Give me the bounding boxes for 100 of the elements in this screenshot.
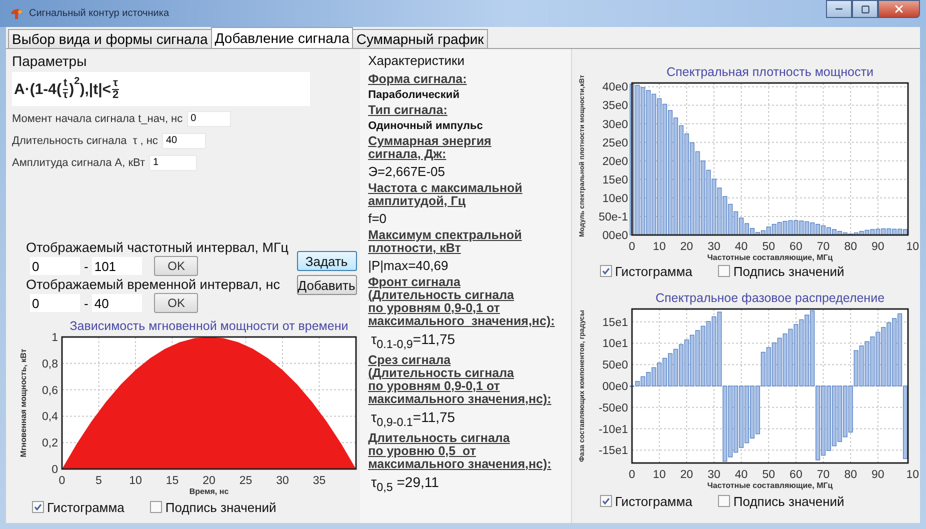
input-field[interactable]: 101 — [92, 257, 142, 275]
checkbox-label: Гистограмма — [47, 500, 124, 514]
tick-label: 90 — [872, 241, 884, 253]
tick-label: 35e0 — [602, 100, 628, 112]
tick-label: 35 — [312, 475, 326, 487]
section-heading: Параметры — [12, 53, 88, 69]
tick-label: 30e0 — [602, 118, 628, 131]
checkbox-label: Подпись значений — [733, 494, 844, 508]
field-label: Длительность сигнала τ , нс — [12, 134, 158, 146]
checkbox[interactable] — [32, 501, 44, 513]
chart-title: Зависимость мгновенной мощности от времени — [70, 319, 348, 333]
tick-label: 10 — [906, 241, 919, 253]
input-field[interactable]: 0 — [186, 110, 231, 126]
input-field[interactable]: 40 — [162, 132, 206, 148]
tick-label: 15 — [166, 475, 179, 487]
tab[interactable]: Выбор вида и формы сигнала — [8, 29, 212, 48]
characteristic-label: Форма сигнала: — [368, 73, 468, 86]
checkbox-label: Гистограмма — [615, 264, 692, 278]
window-title: Сигнальный контур источника — [29, 8, 170, 19]
checkbox[interactable] — [600, 495, 612, 507]
tick-label: 40e0 — [602, 82, 628, 94]
characteristic-label: Фронт сигнала (Длительность сигнала по уровням 0,9-0,1 от максимального значения,нс): — [368, 276, 556, 328]
tick-label: 40 — [734, 241, 748, 253]
tab[interactable]: Суммарный график — [352, 29, 488, 48]
maximize-button[interactable] — [852, 0, 878, 18]
tick-label: 10e1 — [602, 338, 628, 350]
checkbox[interactable] — [718, 265, 730, 277]
tick-label: 50 — [762, 241, 776, 253]
tick-label: 70 — [816, 469, 830, 481]
tick-label: 30 — [276, 475, 289, 487]
interval-label: Отображаемый частотный интервал, МГц — [26, 240, 289, 255]
ok-button[interactable]: OK — [154, 256, 198, 276]
input-field[interactable]: 40 — [92, 294, 142, 312]
checkbox-label: Подпись значений — [165, 500, 276, 514]
field-label: Момент начала сигнала t_нач, нс — [12, 112, 183, 124]
tick-label: 60 — [790, 241, 802, 253]
checkbox[interactable] — [718, 495, 730, 507]
checkbox[interactable] — [600, 265, 612, 277]
tick-label: 30 — [708, 469, 720, 481]
characteristic-label: Тип сигнала: — [368, 104, 448, 117]
tick-label: 10e0 — [602, 192, 628, 205]
tick-label: -10e1 — [598, 424, 628, 436]
tick-label: 15e1 — [602, 316, 628, 329]
x-axis-label: Частотные составляющие, МГц — [707, 481, 833, 490]
chart-title: Спектральное фазовое распределение — [655, 291, 885, 305]
tab[interactable]: Добавление сигнала — [210, 27, 354, 48]
action-button[interactable]: Задать — [296, 251, 357, 271]
ok-button[interactable]: OK — [154, 293, 198, 313]
tick-label: 0,6 — [42, 384, 58, 397]
tick-label: 1 — [52, 332, 58, 344]
tick-label: 0 — [628, 469, 636, 481]
y-axis-label: Мгновенная мощность, кВт — [19, 348, 28, 458]
tick-label: 00e0 — [602, 230, 628, 242]
chart-title: Спектральная плотность мощности — [666, 65, 874, 79]
characteristic-label: Длительность сигнала по уровню 0,5 от максимального значения,нс): — [368, 432, 552, 471]
checkbox[interactable] — [150, 501, 162, 513]
app-icon — [10, 8, 24, 20]
maximize-icon — [860, 4, 870, 14]
tick-label: -50e0 — [598, 402, 628, 414]
checkbox-label: Гистограмма — [615, 494, 692, 508]
close-icon — [893, 3, 905, 15]
field-label: Амплитуда сигнала А, кВт — [12, 156, 146, 168]
close-button[interactable] — [878, 0, 920, 18]
x-axis-label: Частотные составляющие, МГц — [707, 253, 833, 262]
input-field[interactable]: 0 — [30, 294, 80, 312]
tick-label: 25e0 — [602, 137, 628, 150]
tick-label: 20 — [680, 241, 694, 253]
tick-label: 0,2 — [42, 438, 58, 450]
range-dash: - — [84, 296, 88, 310]
input-field[interactable]: 0 — [30, 257, 80, 275]
interval-label: Отображаемый временной интервал, нс — [26, 277, 281, 292]
input-field[interactable]: 1 — [149, 154, 198, 170]
tick-label: 80 — [844, 241, 857, 253]
tick-label: 40 — [734, 469, 748, 481]
characteristic-value: τ$_{0,9-0.1}$=11,75 — [370, 408, 456, 429]
tick-label: 80 — [844, 469, 857, 481]
tick-label: 20 — [680, 469, 694, 481]
tick-label: 90 — [872, 469, 884, 481]
tick-label: 0 — [58, 475, 66, 487]
x-axis-label: Время, нс — [189, 487, 229, 496]
tick-label: 0 — [628, 241, 636, 253]
tick-label: -15e1 — [598, 445, 628, 458]
tick-label: 50e-1 — [598, 211, 628, 224]
tick-label: 50 — [762, 469, 776, 481]
characteristic-value: f=0 — [368, 211, 388, 226]
characteristic-label: Срез сигнала (Длительность сигнала по уровням 0,9-0,1 от максимального значения,нс): — [368, 354, 552, 406]
tick-label: 30 — [708, 241, 720, 253]
tick-label: 25 — [239, 475, 252, 487]
tick-label: 0 — [52, 464, 58, 476]
tick-label: 10 — [652, 469, 666, 481]
tick-label: 0,8 — [42, 358, 58, 370]
characteristic-value: Одиночный импульс — [368, 120, 484, 132]
action-button[interactable]: Добавить — [296, 275, 357, 295]
characteristic-label: Суммарная энергия сигнала, Дж: — [368, 135, 492, 161]
characteristic-value: Э=2,667E-05 — [368, 164, 446, 179]
tick-label: 10 — [129, 475, 142, 487]
section-heading: Характеристики — [368, 53, 466, 68]
minimize-button[interactable] — [826, 0, 852, 18]
characteristic-value: τ$_{0,5}$ =29,11 — [370, 474, 440, 494]
checkbox-label: Подпись значений — [733, 264, 844, 278]
